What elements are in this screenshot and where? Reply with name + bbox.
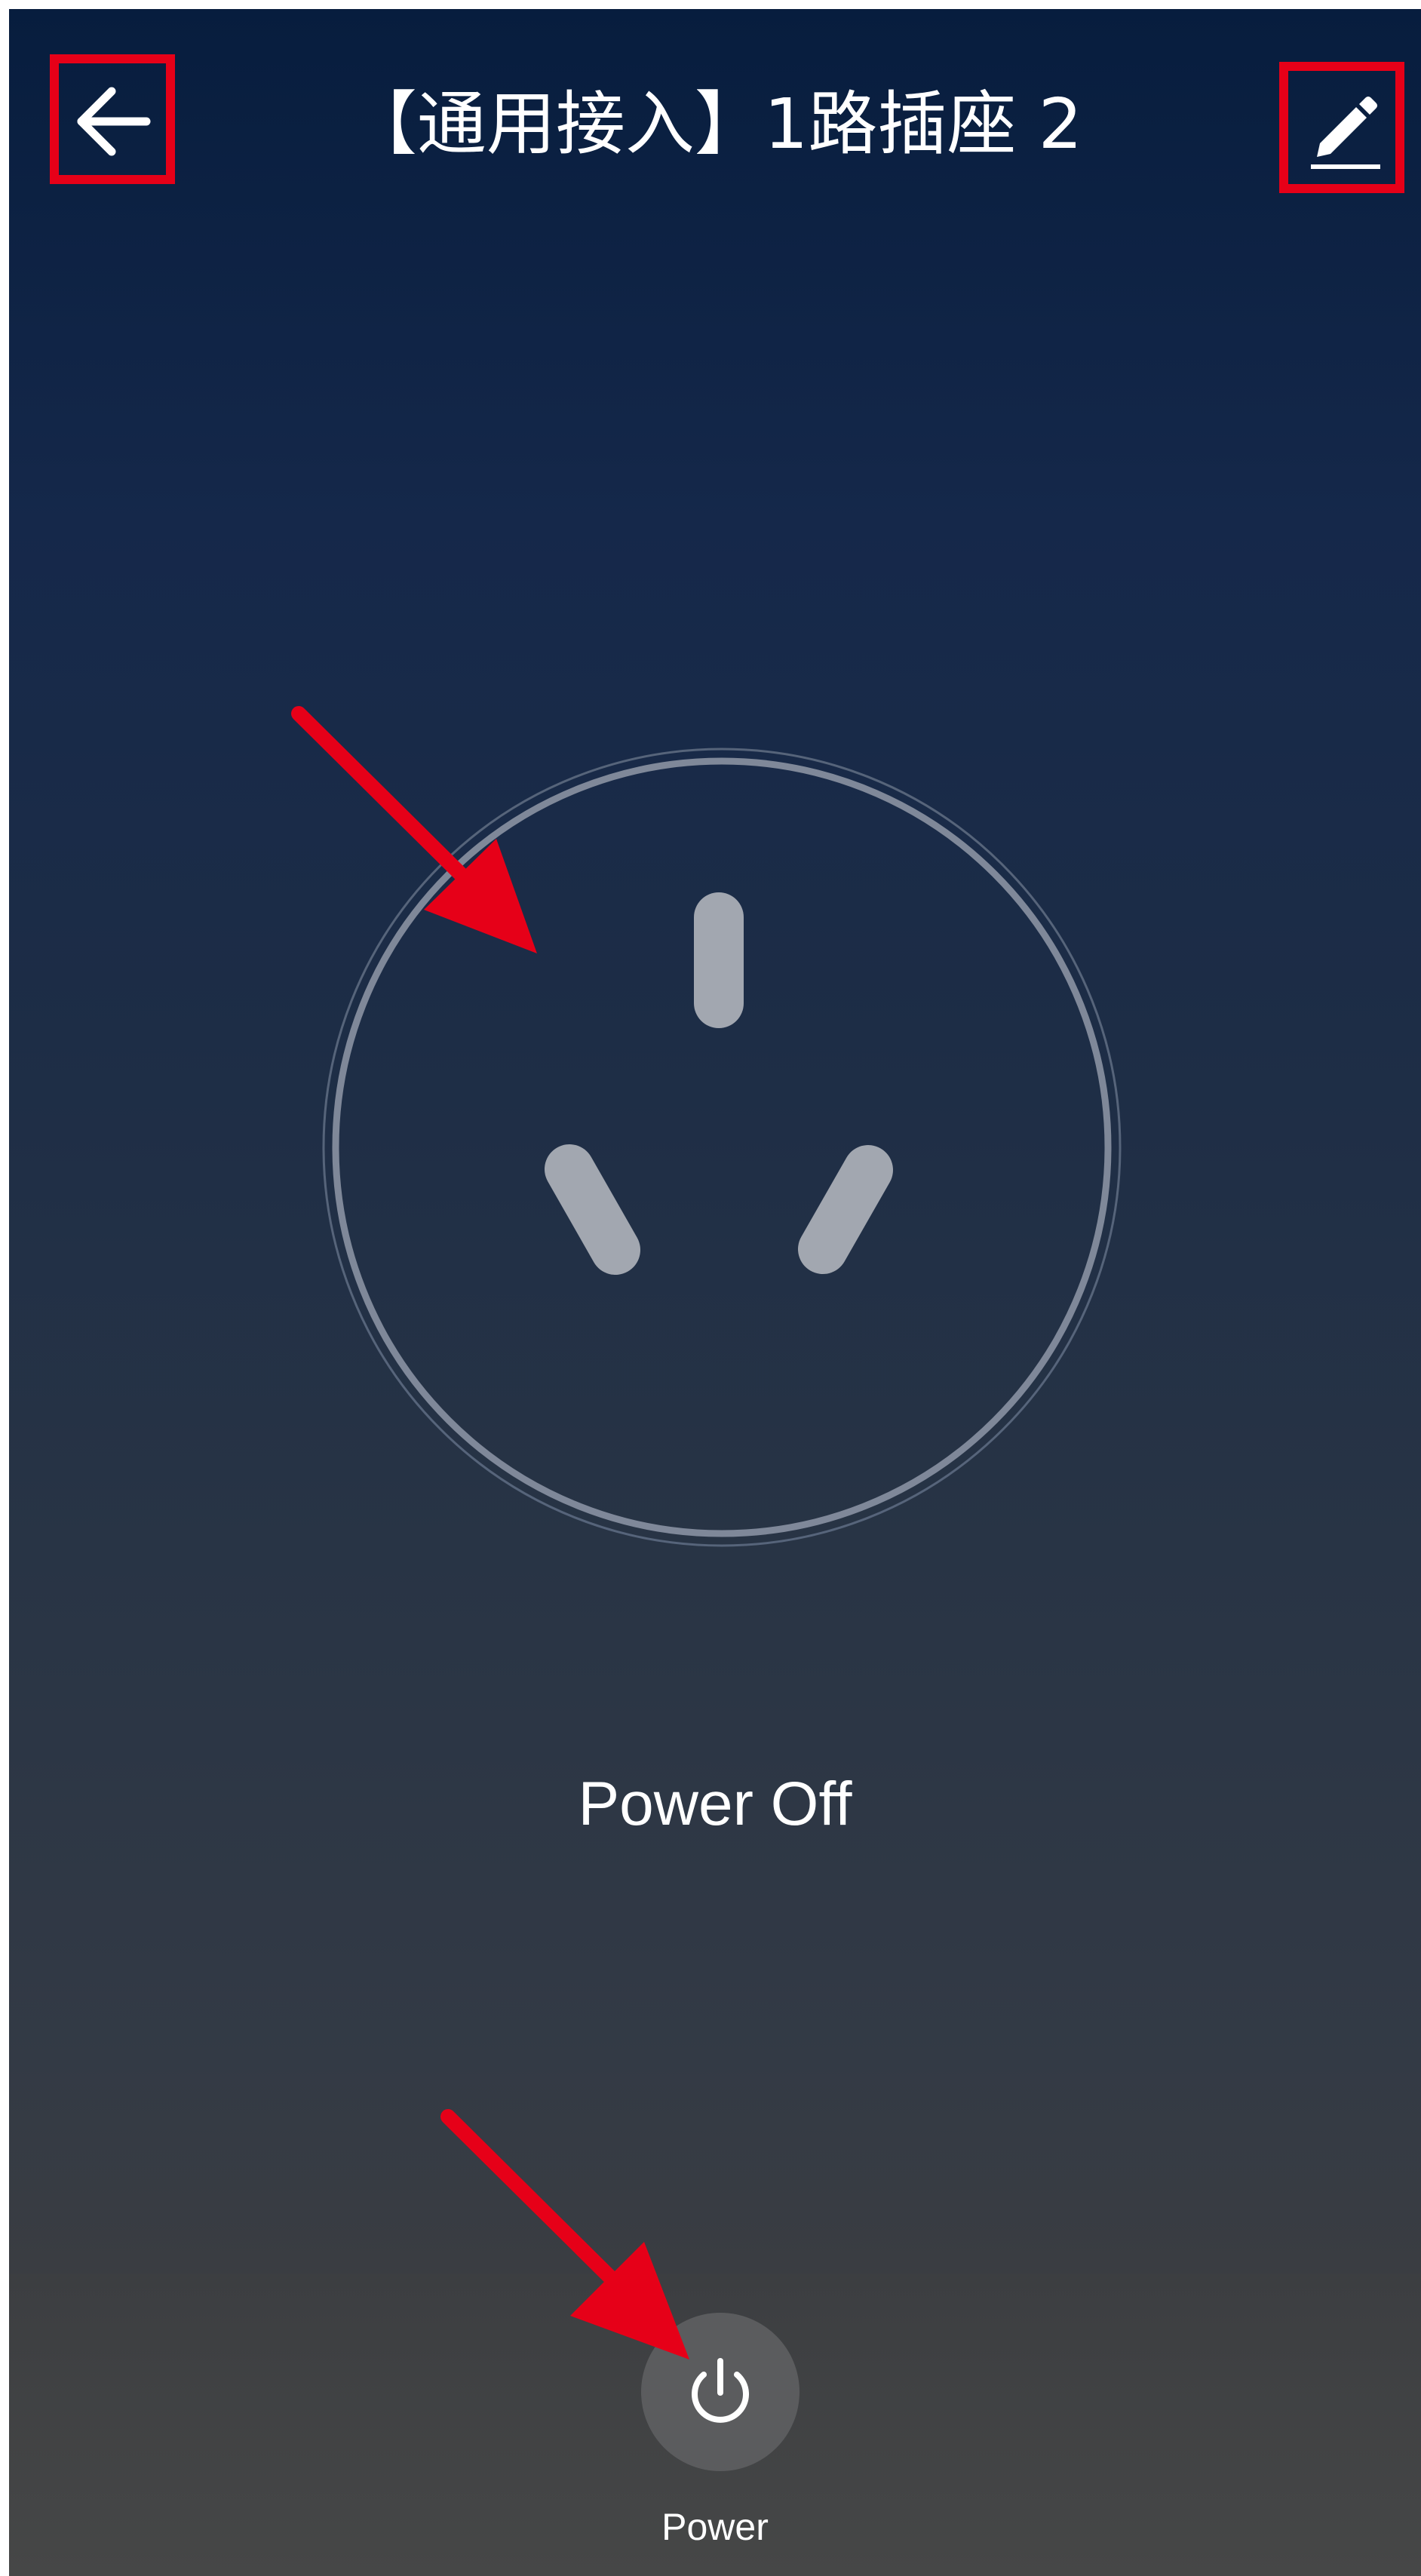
- power-label: Power: [661, 2506, 769, 2548]
- pencil-icon[interactable]: [1299, 84, 1389, 175]
- device-control-screen: 【通用接入】1路插座 2 Power Off Power: [9, 9, 1421, 2576]
- page-title: 【通用接入】1路插座 2: [347, 84, 1083, 164]
- screenshot: 【通用接入】1路插座 2 Power Off Power: [0, 0, 1421, 2576]
- power-status-text: Power Off: [578, 1770, 852, 1838]
- socket-right-slot: [798, 1145, 893, 1274]
- annotation-arrow-socket: [291, 706, 537, 953]
- socket-left-slot: [545, 1144, 640, 1275]
- arrow-left-icon[interactable]: [71, 80, 154, 163]
- annotation-arrow-power: [440, 2109, 689, 2360]
